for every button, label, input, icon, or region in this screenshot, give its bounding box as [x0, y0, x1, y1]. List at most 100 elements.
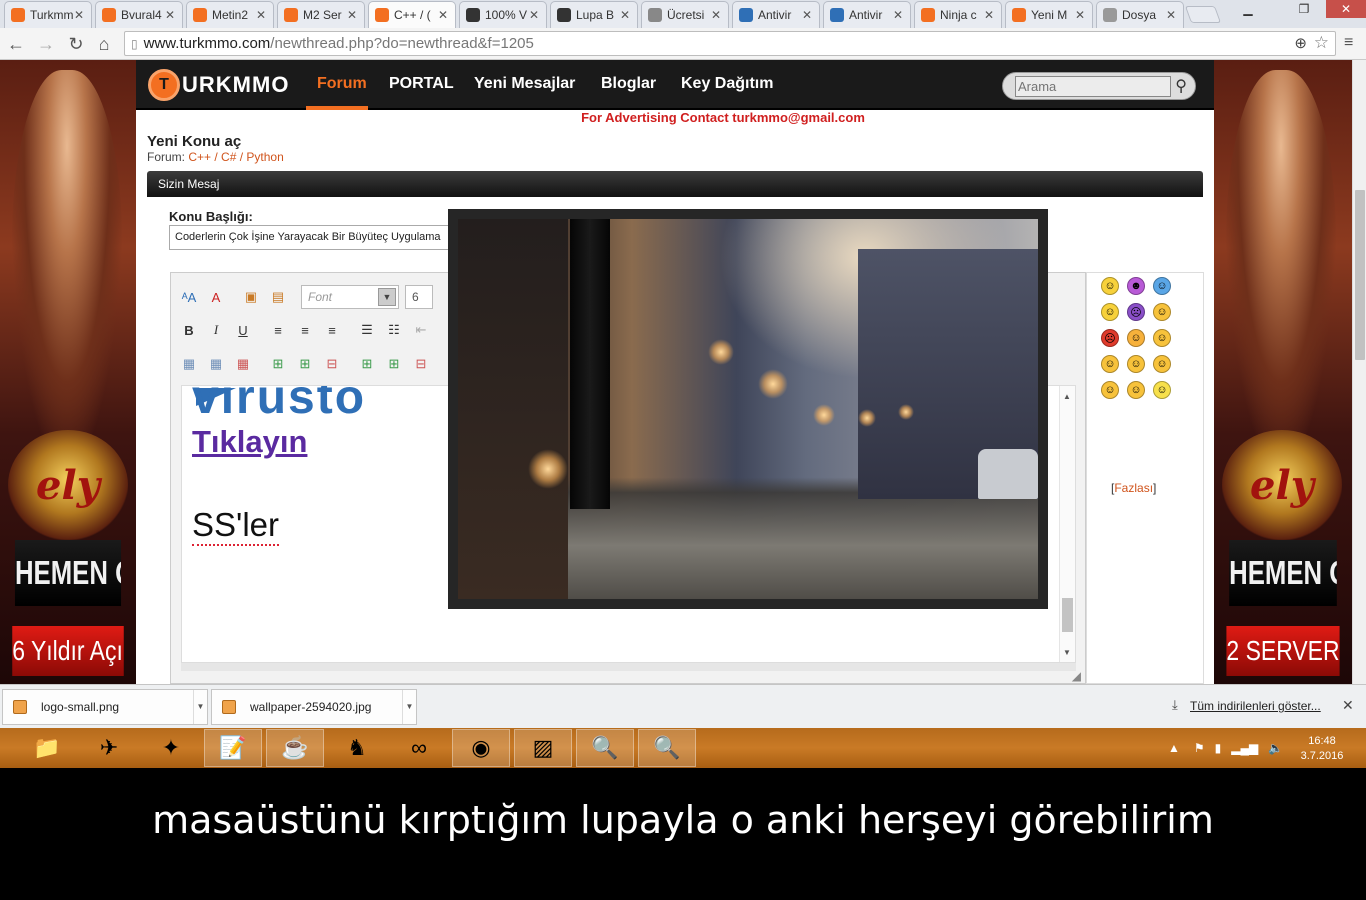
app-pin-icon[interactable]: ✦ [142, 729, 200, 767]
smiley-icon[interactable]: ☺ [1153, 303, 1171, 321]
smiley-icon[interactable]: ☺ [1101, 381, 1119, 399]
browser-tab[interactable]: Antivir ✕ [823, 1, 911, 28]
size-select[interactable]: 6 [405, 285, 433, 309]
page-scroll-thumb[interactable] [1355, 190, 1365, 360]
font-select[interactable]: Font ▼ [301, 285, 399, 309]
app-pin-icon[interactable]: ♞ [328, 729, 386, 767]
smiley-icon[interactable]: ☺ [1153, 277, 1171, 295]
smiley-icon[interactable]: ☹ [1127, 303, 1145, 321]
align-center-icon[interactable]: ≡ [293, 318, 317, 342]
bookmark-star-icon[interactable]: ☆ [1314, 33, 1329, 53]
scroll-up-icon[interactable]: ▲ [1063, 392, 1071, 401]
bold-icon[interactable]: B [177, 318, 201, 342]
italic-icon[interactable]: I [204, 318, 228, 342]
back-arrow-icon[interactable]: ← [4, 32, 28, 56]
app-pin-icon[interactable]: ✈ [80, 729, 138, 767]
smiley-icon[interactable]: ☺ [1101, 277, 1119, 295]
download-link[interactable]: Tıklayın [192, 424, 307, 460]
outdent-icon[interactable]: ⇤ [409, 318, 433, 342]
nav-new-posts[interactable]: Yeni Mesajlar [474, 75, 575, 93]
paste-icon[interactable]: ▣ [239, 285, 263, 309]
paste-text-icon[interactable]: ▤ [266, 285, 290, 309]
smiley-icon[interactable]: ☻ [1127, 277, 1145, 295]
smiley-icon[interactable]: ☺ [1101, 355, 1119, 373]
nav-key-distribution[interactable]: Key Dağıtım [681, 75, 773, 93]
align-left-icon[interactable]: ≡ [266, 318, 290, 342]
browser-tab[interactable]: C++ / (✕ [368, 1, 456, 28]
tab-close-icon[interactable]: ✕ [801, 8, 813, 22]
tab-close-icon[interactable]: ✕ [1074, 8, 1086, 22]
smiley-icon[interactable]: ☺ [1127, 355, 1145, 373]
browser-tab[interactable]: Turkmm ✕ [4, 1, 92, 28]
system-clock[interactable]: 16:48 3.7.2016 [1296, 734, 1348, 764]
tab-close-icon[interactable]: ✕ [73, 8, 85, 22]
show-hidden-icons-icon[interactable]: ▲ [1168, 741, 1180, 755]
chevron-down-icon[interactable]: ▼ [193, 690, 207, 724]
download-item[interactable]: logo-small.png ▼ [2, 689, 208, 725]
notepad-plus-icon[interactable]: 📝 [204, 729, 262, 767]
left-ad-banner[interactable]: ely HEMEN OYNA 6 Yıldır Açık [0, 60, 136, 684]
network-signal-icon[interactable]: ▂▄▆ [1231, 741, 1258, 755]
subject-input[interactable]: Coderlerin Çok İşine Yarayacak Bir Büyüt… [169, 225, 469, 250]
battery-icon[interactable]: ▮ [1215, 741, 1222, 755]
magnifier-app-icon[interactable]: 🔍 [576, 729, 634, 767]
home-icon[interactable]: ⌂ [92, 32, 116, 56]
resize-handle-icon[interactable]: ◢ [1072, 669, 1081, 683]
browser-menu-icon[interactable]: ≡ [1344, 34, 1360, 52]
tab-close-icon[interactable]: ✕ [164, 8, 176, 22]
text-color-icon[interactable]: A [204, 285, 228, 309]
app-pin-icon[interactable]: ▨ [514, 729, 572, 767]
chevron-down-icon[interactable]: ▼ [402, 690, 416, 724]
smiley-icon[interactable]: ☺ [1153, 381, 1171, 399]
smiley-icon[interactable]: ☺ [1127, 329, 1145, 347]
minimize-button[interactable]: ▁ [1234, 0, 1262, 18]
underline-icon[interactable]: U [231, 318, 255, 342]
smiley-icon[interactable]: ☹ [1101, 329, 1119, 347]
smiley-icon[interactable]: ☺ [1153, 329, 1171, 347]
volume-icon[interactable]: 🔈 [1268, 741, 1283, 755]
tab-close-icon[interactable]: ✕ [983, 8, 995, 22]
download-item[interactable]: wallpaper-2594020.jpg ▼ [211, 689, 417, 725]
browser-tab[interactable]: Antivir ✕ [732, 1, 820, 28]
table-delete-icon[interactable]: ▦ [231, 352, 255, 376]
tab-close-icon[interactable]: ✕ [1165, 8, 1177, 22]
scroll-down-icon[interactable]: ▼ [1063, 648, 1071, 657]
chrome-icon[interactable]: ◉ [452, 729, 510, 767]
magnifier-window[interactable] [448, 209, 1048, 609]
tab-close-icon[interactable]: ✕ [437, 8, 449, 22]
delete-col-icon[interactable]: ⊟ [409, 352, 433, 376]
restore-button[interactable]: ❐ [1290, 0, 1318, 18]
reload-icon[interactable]: ↻ [64, 32, 88, 56]
page-scrollbar[interactable] [1352, 60, 1366, 684]
insert-col-left-icon[interactable]: ⊞ [355, 352, 379, 376]
close-downloads-bar-icon[interactable]: ✕ [1342, 697, 1354, 714]
browser-tab[interactable]: Bvural4 ✕ [95, 1, 183, 28]
table-insert-icon[interactable]: ▦ [204, 352, 228, 376]
insert-col-right-icon[interactable]: ⊞ [382, 352, 406, 376]
forward-arrow-icon[interactable]: → [34, 32, 58, 56]
remove-format-icon[interactable]: ᴬA [177, 285, 201, 309]
tab-close-icon[interactable]: ✕ [255, 8, 267, 22]
zoom-icon[interactable]: ⊕ [1294, 34, 1307, 52]
nav-forum[interactable]: Forum [317, 75, 367, 93]
insert-row-above-icon[interactable]: ⊞ [266, 352, 290, 376]
browser-tab[interactable]: Ücretsi ✕ [641, 1, 729, 28]
browser-tab[interactable]: Yeni M ✕ [1005, 1, 1093, 28]
more-smilies-link[interactable]: Fazlası [1114, 481, 1153, 495]
tab-close-icon[interactable]: ✕ [892, 8, 904, 22]
visual-studio-icon[interactable]: ∞ [390, 729, 448, 767]
browser-tab[interactable]: Lupa B ✕ [550, 1, 638, 28]
site-logo[interactable]: T URKMMO [148, 69, 289, 101]
forum-link[interactable]: C++ / C# / Python [188, 150, 283, 164]
new-tab-button[interactable] [1184, 6, 1222, 23]
tab-close-icon[interactable]: ✕ [710, 8, 722, 22]
unordered-list-icon[interactable]: ☷ [382, 318, 406, 342]
smiley-icon[interactable]: ☺ [1127, 381, 1145, 399]
smiley-icon[interactable]: ☺ [1101, 303, 1119, 321]
tab-close-icon[interactable]: ✕ [619, 8, 631, 22]
table-icon[interactable]: ▦ [177, 352, 201, 376]
magnifier-app-icon[interactable]: 🔍 [638, 729, 696, 767]
show-all-downloads-link[interactable]: Tüm indirilenleri göster... [1190, 699, 1321, 713]
search-input[interactable] [1015, 76, 1171, 97]
java-icon[interactable]: ☕ [266, 729, 324, 767]
